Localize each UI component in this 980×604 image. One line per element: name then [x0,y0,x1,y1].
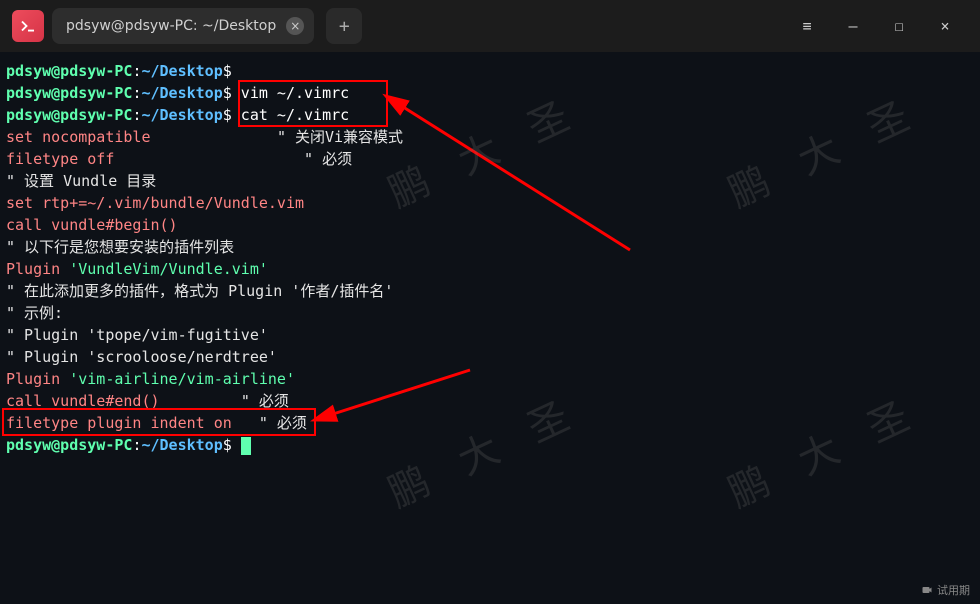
prompt-line-vim: pdsyw@pdsyw-PC:~/Desktop$ vim ~/.vimrc [6,82,974,104]
cursor [241,437,251,455]
new-tab-button[interactable]: + [326,8,362,44]
minimize-button[interactable]: — [830,8,876,44]
prompt-line-current: pdsyw@pdsyw-PC:~/Desktop$ [6,434,974,456]
close-window-button[interactable]: × [922,8,968,44]
output-line: " 示例: [6,302,974,324]
output-line: Plugin 'VundleVim/Vundle.vim' [6,258,974,280]
output-line-airline: Plugin 'vim-airline/vim-airline' [6,368,974,390]
menu-button[interactable]: ≡ [784,8,830,44]
output-line: " 设置 Vundle 目录 [6,170,974,192]
prompt-line: pdsyw@pdsyw-PC:~/Desktop$ [6,60,974,82]
terminal-app-icon [12,10,44,42]
camera-icon [921,584,933,596]
command-cat: cat ~/.vimrc [232,106,349,124]
terminal-window: pdsyw@pdsyw-PC: ~/Desktop × + ≡ — ☐ × pd… [0,0,980,604]
output-line: filetype plugin indent on " 必须 [6,412,974,434]
active-tab[interactable]: pdsyw@pdsyw-PC: ~/Desktop × [52,8,314,44]
maximize-button[interactable]: ☐ [876,8,922,44]
output-line: set rtp+=~/.vim/bundle/Vundle.vim [6,192,974,214]
output-line: set nocompatible " 关闭Vi兼容模式 [6,126,974,148]
status-trial: 试用期 [921,582,970,598]
tab-close-button[interactable]: × [286,17,304,35]
titlebar: pdsyw@pdsyw-PC: ~/Desktop × + ≡ — ☐ × [0,0,980,52]
output-line: filetype off " 必须 [6,148,974,170]
output-line: " Plugin 'tpope/vim-fugitive' [6,324,974,346]
output-line: " 以下行是您想要安装的插件列表 [6,236,974,258]
output-line: call vundle#begin() [6,214,974,236]
prompt-line-cat: pdsyw@pdsyw-PC:~/Desktop$ cat ~/.vimrc [6,104,974,126]
output-line: " Plugin 'scrooloose/nerdtree' [6,346,974,368]
window-controls: ≡ — ☐ × [784,8,968,44]
command-vim: vim ~/.vimrc [232,84,349,102]
output-line: " 在此添加更多的插件，格式为 Plugin '作者/插件名' [6,280,974,302]
tab-title: pdsyw@pdsyw-PC: ~/Desktop [66,18,276,34]
terminal-body[interactable]: pdsyw@pdsyw-PC:~/Desktop$ pdsyw@pdsyw-PC… [0,52,980,464]
user-host: pdsyw@pdsyw-PC [6,62,132,80]
output-line: call vundle#end() " 必须 [6,390,974,412]
